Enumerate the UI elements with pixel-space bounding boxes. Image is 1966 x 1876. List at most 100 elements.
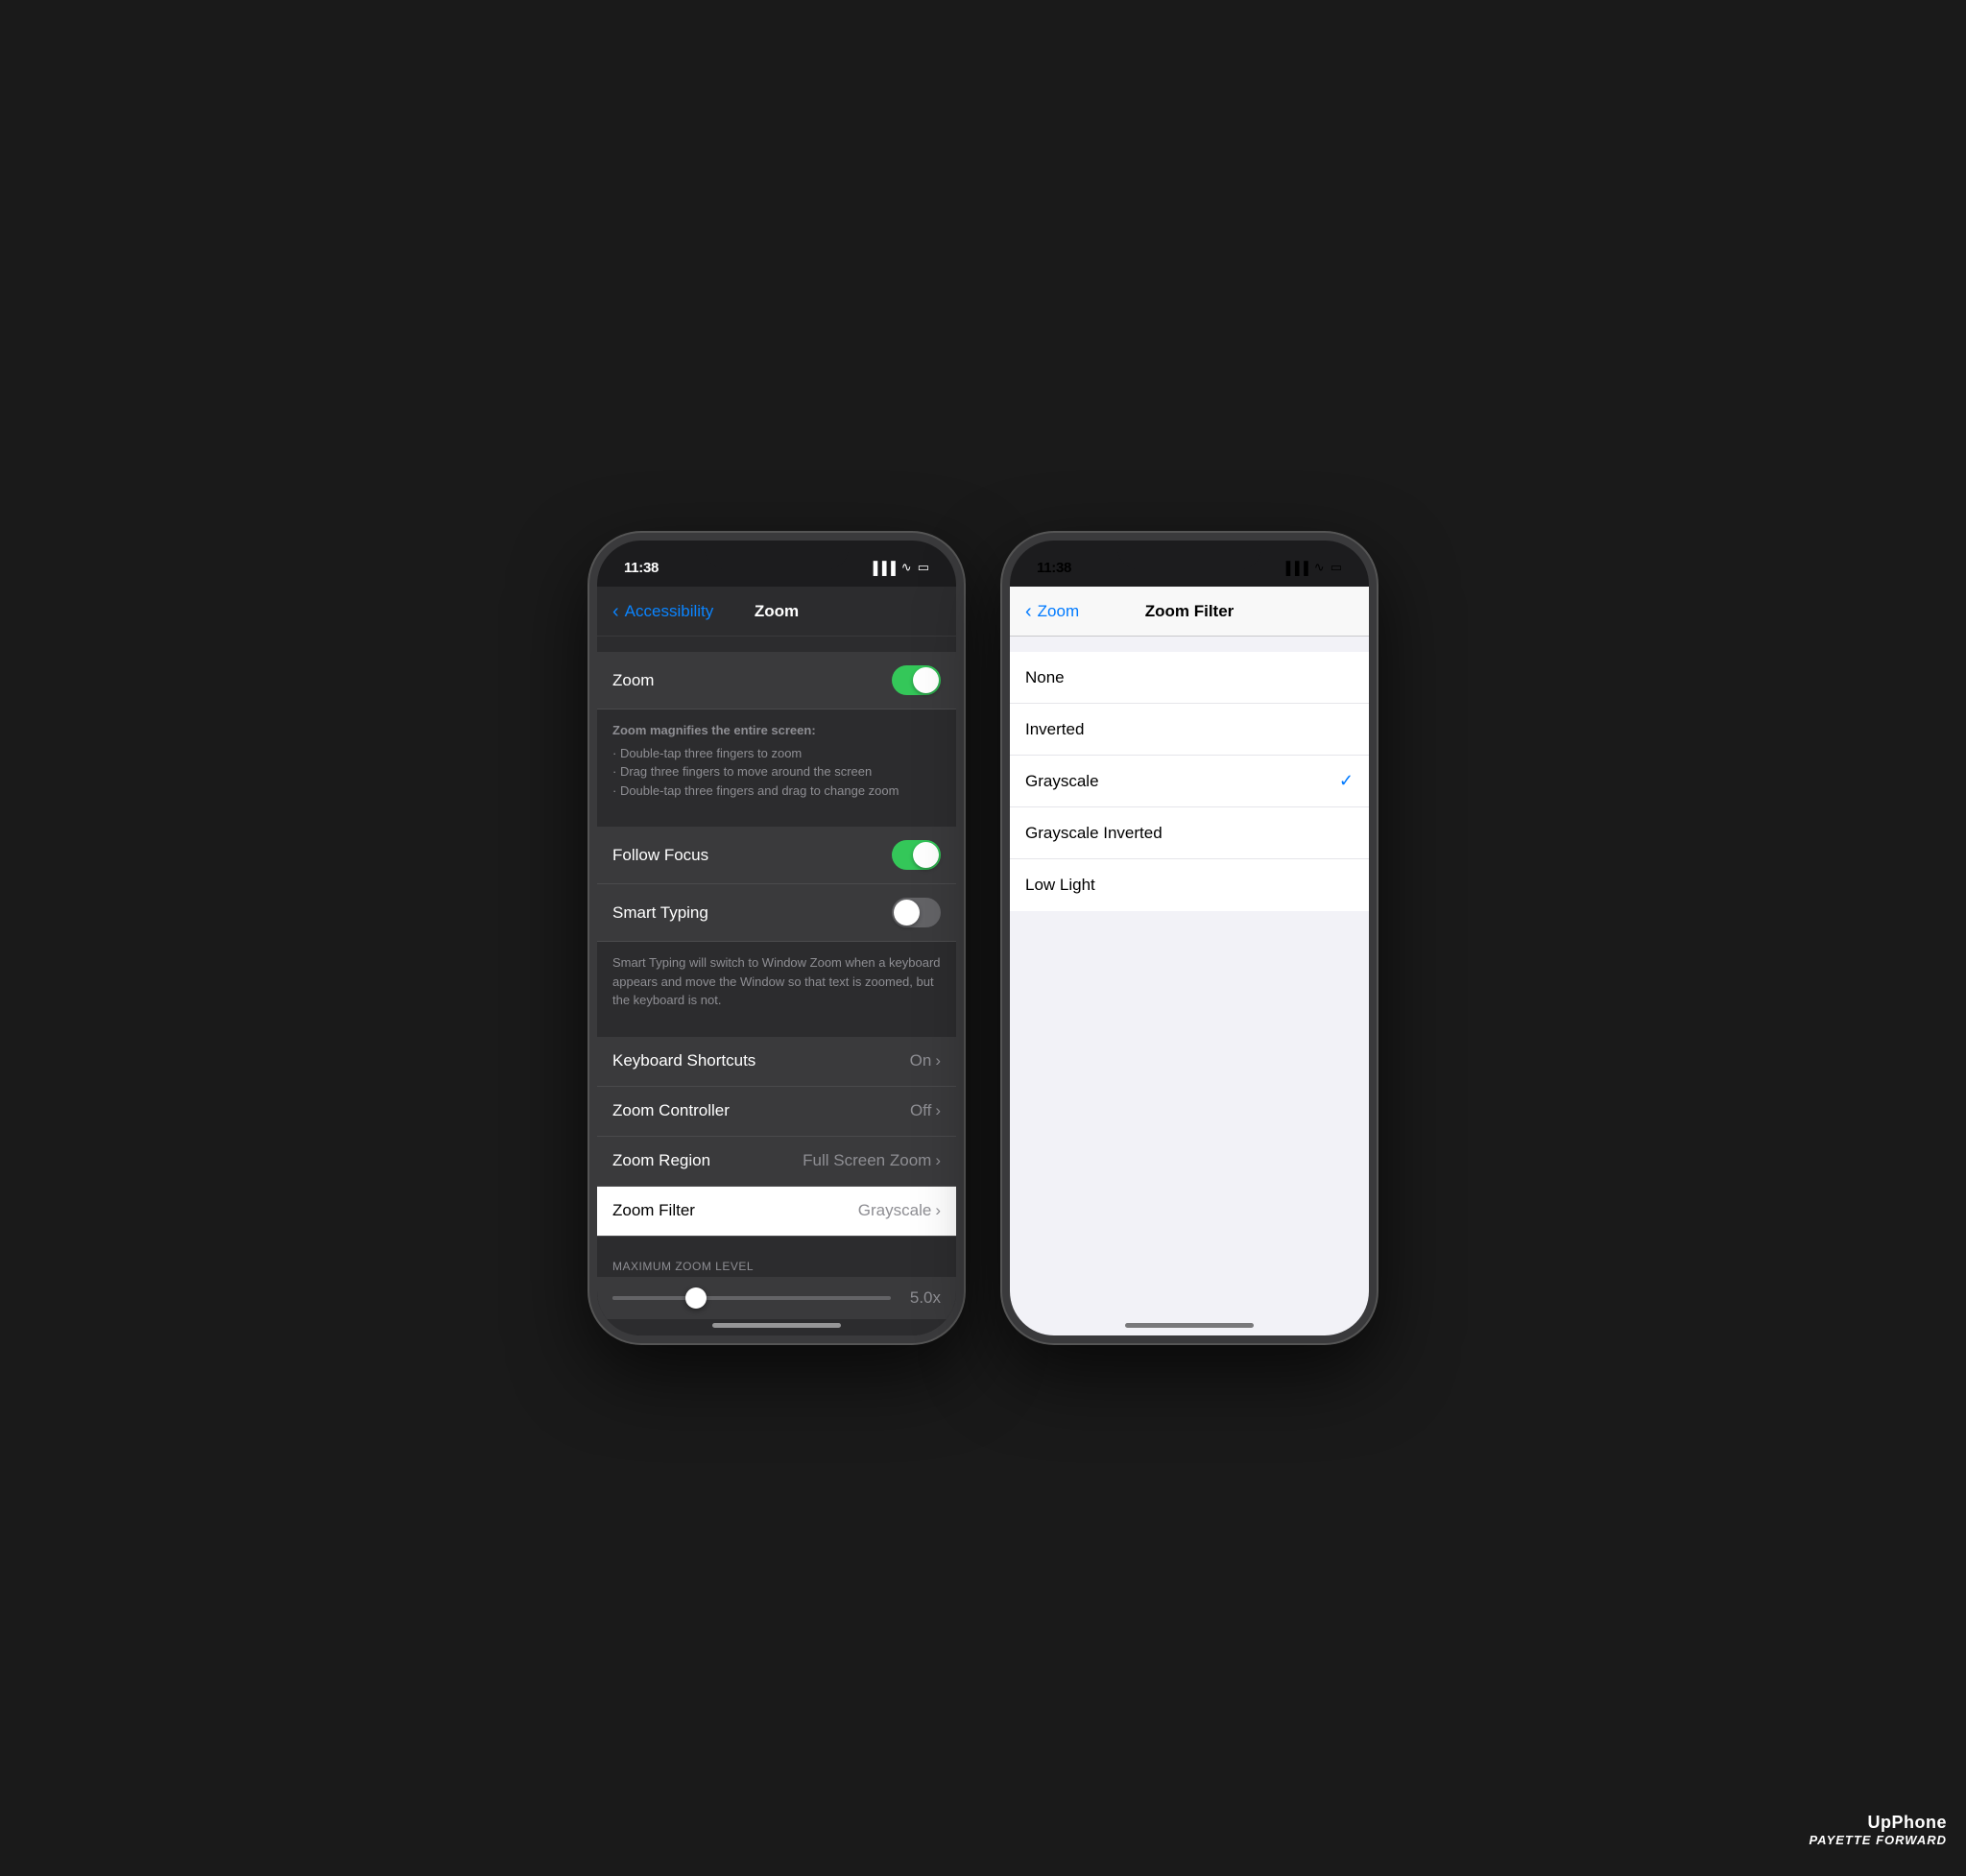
page-title: Zoom xyxy=(755,602,799,621)
zoom-description: Zoom magnifies the entire screen: · Doub… xyxy=(597,710,956,811)
slider-thumb[interactable] xyxy=(685,1287,707,1309)
smart-typing-label: Smart Typing xyxy=(612,903,708,923)
filter-none-row[interactable]: None xyxy=(1010,652,1369,704)
smart-typing-description: Smart Typing will switch to Window Zoom … xyxy=(597,942,956,1022)
signal-icon: ▐▐▐ xyxy=(869,561,896,575)
filter-inverted-label: Inverted xyxy=(1025,720,1084,739)
right-wifi-icon: ∿ xyxy=(1314,560,1325,575)
checkmark-icon: ✓ xyxy=(1339,771,1354,791)
zoom-desc-title: Zoom magnifies the entire screen: xyxy=(612,721,941,740)
smart-typing-toggle[interactable] xyxy=(892,898,941,927)
right-back-label: Zoom xyxy=(1038,602,1079,621)
slider-section: 5.0x xyxy=(597,1277,956,1319)
zoom-filter-row[interactable]: Zoom Filter Grayscale › xyxy=(597,1187,956,1237)
slider-container: 5.0x xyxy=(612,1288,941,1308)
chevron-right-icon-3: › xyxy=(935,1151,941,1170)
left-nav-bar: ‹ Accessibility Zoom xyxy=(597,587,956,637)
zoom-slider-track[interactable] xyxy=(612,1296,891,1300)
volume-up-button[interactable] xyxy=(589,685,591,740)
toggle-thumb-3 xyxy=(894,900,920,926)
section-gap-4 xyxy=(597,1237,956,1252)
power-button-r[interactable] xyxy=(1375,704,1377,781)
filter-grayscale-inverted-row[interactable]: Grayscale Inverted xyxy=(1010,807,1369,859)
wifi-icon: ∿ xyxy=(901,560,912,575)
volume-down-button-r[interactable] xyxy=(1002,752,1004,807)
shortcuts-group: Keyboard Shortcuts On › Zoom Controller … xyxy=(597,1037,956,1237)
filter-list: None Inverted Grayscale ✓ Grayscale Inve… xyxy=(1010,652,1369,911)
zoom-controller-row[interactable]: Zoom Controller Off › xyxy=(597,1087,956,1137)
slider-value: 5.0x xyxy=(902,1288,941,1308)
power-button[interactable] xyxy=(962,704,964,781)
home-indicator xyxy=(712,1323,841,1328)
slider-fill xyxy=(612,1296,696,1300)
right-battery-icon: ▭ xyxy=(1331,560,1342,575)
follow-focus-row[interactable]: Follow Focus xyxy=(597,827,956,884)
max-zoom-header: MAXIMUM ZOOM LEVEL xyxy=(597,1252,956,1277)
left-screen: ‹ Accessibility Zoom Zoom Zoom magnifies… xyxy=(597,587,956,1335)
focus-typing-group: Follow Focus Smart Typing xyxy=(597,827,956,942)
right-status-time: 11:38 xyxy=(1037,560,1071,576)
zoom-region-row[interactable]: Zoom Region Full Screen Zoom › xyxy=(597,1137,956,1187)
zoom-toggle[interactable] xyxy=(892,665,941,695)
zoom-controller-value: Off › xyxy=(910,1101,941,1120)
zoom-controller-label: Zoom Controller xyxy=(612,1101,730,1120)
chevron-right-icon-1: › xyxy=(935,1051,941,1070)
volume-down-button[interactable] xyxy=(589,752,591,807)
filter-low-light-row[interactable]: Low Light xyxy=(1010,859,1369,911)
mute-button[interactable] xyxy=(589,637,591,671)
right-screen: ‹ Zoom Zoom Filter None Inverted Graysca… xyxy=(1010,587,1369,1335)
toggle-thumb-2 xyxy=(913,842,939,868)
right-page-title: Zoom Filter xyxy=(1145,602,1235,621)
follow-focus-toggle[interactable] xyxy=(892,840,941,870)
right-phone: 11:38 ▐▐▐ ∿ ▭ ‹ Zoom Zoom Filter None I xyxy=(1002,533,1377,1343)
keyboard-shortcuts-value: On › xyxy=(910,1051,941,1070)
zoom-row[interactable]: Zoom xyxy=(597,652,956,710)
zoom-region-value: Full Screen Zoom › xyxy=(803,1151,941,1170)
status-icons: ▐▐▐ ∿ ▭ xyxy=(869,560,929,575)
zoom-region-label: Zoom Region xyxy=(612,1151,710,1170)
left-phone: 11:38 ▐▐▐ ∿ ▭ ‹ Accessibility Zoom Zoom xyxy=(589,533,964,1343)
filter-low-light-label: Low Light xyxy=(1025,876,1095,895)
settings-content: Zoom Zoom magnifies the entire screen: ·… xyxy=(597,637,956,1335)
right-chevron-left-icon: ‹ xyxy=(1025,602,1032,621)
zoom-toggle-group: Zoom xyxy=(597,652,956,710)
back-button[interactable]: ‹ Accessibility xyxy=(612,602,713,621)
filter-none-label: None xyxy=(1025,668,1065,687)
status-time: 11:38 xyxy=(624,560,659,576)
section-gap-2 xyxy=(597,811,956,827)
notch-right xyxy=(1117,541,1261,569)
section-gap-1 xyxy=(597,637,956,652)
filter-inverted-row[interactable]: Inverted xyxy=(1010,704,1369,756)
right-status-icons: ▐▐▐ ∿ ▭ xyxy=(1282,560,1342,575)
zoom-desc-text: Zoom magnifies the entire screen: · Doub… xyxy=(612,721,941,800)
zoom-filter-label: Zoom Filter xyxy=(612,1201,695,1220)
filter-grayscale-inverted-label: Grayscale Inverted xyxy=(1025,824,1163,843)
battery-icon: ▭ xyxy=(918,560,929,575)
filter-grayscale-label: Grayscale xyxy=(1025,772,1099,791)
right-nav-bar: ‹ Zoom Zoom Filter xyxy=(1010,587,1369,637)
chevron-right-icon-4: › xyxy=(935,1201,941,1220)
chevron-left-icon: ‹ xyxy=(612,602,619,621)
watermark: UpPhone PAYETTE FORWARD xyxy=(1809,1813,1947,1847)
filter-grayscale-row[interactable]: Grayscale ✓ xyxy=(1010,756,1369,807)
smart-typing-desc-text: Smart Typing will switch to Window Zoom … xyxy=(612,953,941,1010)
watermark-payette: PAYETTE FORWARD xyxy=(1809,1833,1947,1847)
toggle-thumb xyxy=(913,667,939,693)
watermark-upphone: UpPhone xyxy=(1809,1813,1947,1833)
smart-typing-row[interactable]: Smart Typing xyxy=(597,884,956,942)
filter-gap xyxy=(1010,637,1369,652)
back-label: Accessibility xyxy=(625,602,714,621)
keyboard-shortcuts-label: Keyboard Shortcuts xyxy=(612,1051,755,1070)
mute-button-r[interactable] xyxy=(1002,637,1004,671)
zoom-filter-value: Grayscale › xyxy=(858,1201,941,1220)
notch xyxy=(705,541,849,569)
right-signal-icon: ▐▐▐ xyxy=(1282,561,1308,575)
right-home-indicator xyxy=(1125,1323,1254,1328)
keyboard-shortcuts-row[interactable]: Keyboard Shortcuts On › xyxy=(597,1037,956,1087)
volume-up-button-r[interactable] xyxy=(1002,685,1004,740)
filter-content: None Inverted Grayscale ✓ Grayscale Inve… xyxy=(1010,637,1369,1335)
chevron-right-icon-2: › xyxy=(935,1101,941,1120)
right-back-button[interactable]: ‹ Zoom xyxy=(1025,602,1079,621)
zoom-label: Zoom xyxy=(612,671,654,690)
follow-focus-label: Follow Focus xyxy=(612,846,708,865)
